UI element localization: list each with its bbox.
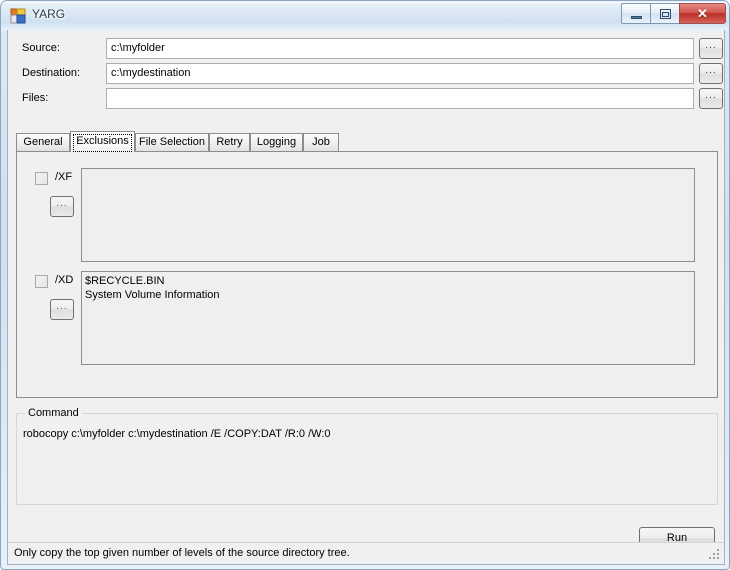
destination-label: Destination:	[22, 67, 81, 79]
application-window: YARG ✕ Source: c:\myfolder ... Destinati…	[0, 0, 730, 570]
xd-checkbox[interactable]	[35, 275, 48, 288]
xf-browse-button[interactable]: ...	[50, 196, 74, 217]
command-groupbox: Command robocopy c:\myfolder c:\mydestin…	[16, 407, 718, 505]
xd-browse-button[interactable]: ...	[50, 299, 74, 320]
destination-row: Destination: c:\mydestination ...	[22, 63, 723, 85]
files-browse-button[interactable]: ...	[699, 88, 723, 109]
window-controls: ✕	[621, 3, 726, 24]
tab-general[interactable]: General	[16, 133, 70, 151]
command-groupbox-title: Command	[25, 407, 82, 419]
source-label: Source:	[22, 42, 60, 54]
status-text: Only copy the top given number of levels…	[14, 547, 350, 559]
files-label: Files:	[22, 92, 49, 104]
maximize-button[interactable]	[650, 3, 679, 24]
close-icon: ✕	[697, 6, 708, 21]
xd-label: /XD	[55, 274, 74, 286]
tab-file-selection[interactable]: File Selection	[135, 133, 209, 151]
resize-grip-icon[interactable]	[709, 549, 721, 561]
destination-browse-button[interactable]: ...	[699, 63, 723, 84]
tab-job[interactable]: Job	[303, 133, 339, 151]
tab-label: Logging	[256, 136, 297, 148]
tab-retry[interactable]: Retry	[209, 133, 250, 151]
destination-input[interactable]: c:\mydestination	[106, 63, 694, 84]
statusbar: Only copy the top given number of levels…	[8, 542, 724, 564]
tab-label: General	[23, 136, 63, 148]
minimize-icon	[631, 16, 642, 19]
files-input[interactable]	[106, 88, 694, 109]
tab-label: Retry	[216, 136, 243, 148]
client-area: Source: c:\myfolder ... Destination: c:\…	[7, 30, 725, 565]
minimize-button[interactable]	[621, 3, 650, 24]
files-row: Files: ...	[22, 88, 723, 110]
app-icon	[10, 8, 26, 24]
source-browse-button[interactable]: ...	[699, 38, 723, 59]
xf-label: /XF	[55, 171, 73, 183]
xf-textarea[interactable]	[81, 168, 695, 262]
command-text: robocopy c:\myfolder c:\mydestination /E…	[23, 428, 331, 440]
source-input[interactable]: c:\myfolder	[106, 38, 694, 59]
tab-label: Job	[312, 136, 330, 148]
restore-icon-inner	[662, 12, 669, 17]
xd-textarea[interactable]: $RECYCLE.BIN System Volume Information	[81, 271, 695, 365]
source-row: Source: c:\myfolder ...	[22, 38, 723, 60]
titlebar[interactable]: YARG ✕	[1, 1, 729, 30]
close-button[interactable]: ✕	[679, 3, 726, 24]
tab-exclusions[interactable]: Exclusions	[70, 131, 135, 152]
tab-logging[interactable]: Logging	[250, 133, 303, 151]
xf-checkbox[interactable]	[35, 172, 48, 185]
tab-label: Exclusions	[76, 135, 129, 147]
tab-label: File Selection	[138, 136, 206, 148]
window-title: YARG	[32, 7, 66, 21]
tabpage-exclusions: /XF ... /XD ... $RECYCLE.BIN System Volu…	[16, 151, 718, 398]
